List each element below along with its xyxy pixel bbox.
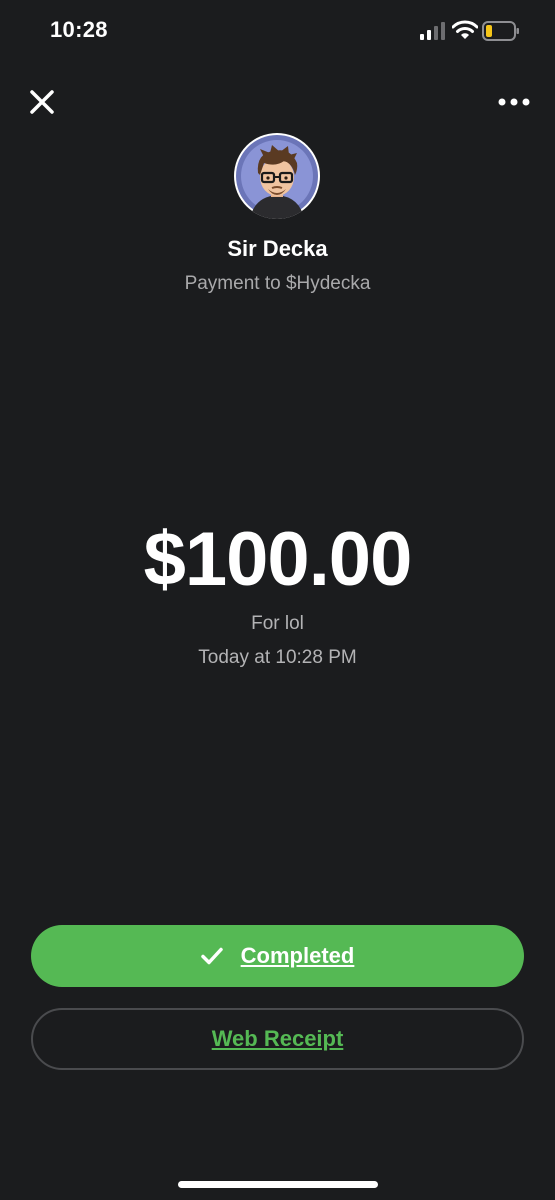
wifi-icon xyxy=(452,20,478,39)
payment-recipient: Payment to $Hydecka xyxy=(184,273,371,294)
close-icon xyxy=(30,90,54,114)
battery-icon xyxy=(482,21,519,41)
contact-name: Sir Decka xyxy=(227,236,328,261)
more-options-button[interactable] xyxy=(494,92,534,112)
web-receipt-label: Web Receipt xyxy=(211,1026,344,1051)
avatar[interactable] xyxy=(234,133,320,219)
more-icon xyxy=(498,98,530,106)
web-receipt-button[interactable]: Web Receipt xyxy=(31,1008,524,1070)
completed-button[interactable]: Completed xyxy=(31,925,524,987)
avatar-image xyxy=(236,135,318,219)
payment-amount: $100.00 xyxy=(143,517,413,602)
payment-note: For lol xyxy=(251,613,304,634)
status-bar: 10:28 xyxy=(0,0,555,64)
check-icon xyxy=(200,947,223,965)
home-indicator[interactable] xyxy=(178,1181,378,1188)
status-time: 10:28 xyxy=(50,17,108,42)
completed-label: Completed xyxy=(240,943,355,968)
signal-icon xyxy=(420,22,445,40)
close-button[interactable] xyxy=(26,86,58,118)
payment-timestamp: Today at 10:28 PM xyxy=(198,647,357,668)
